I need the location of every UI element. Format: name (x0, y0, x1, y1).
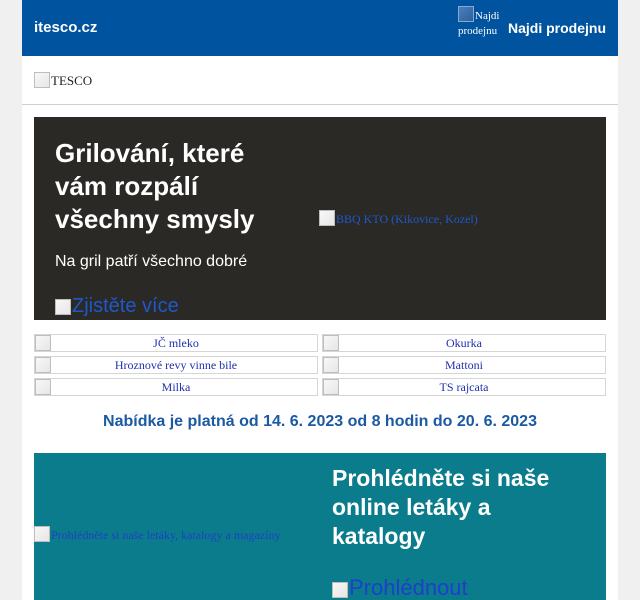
hero-cta-alt: Zjistěte více (72, 295, 179, 317)
offer-validity-text: Nabídka je platná od 14. 6. 2023 od 8 ho… (103, 413, 537, 430)
product-tile[interactable]: JČ mleko (34, 334, 318, 352)
divider (22, 104, 618, 105)
tesco-logo[interactable]: TESCO (34, 72, 92, 89)
find-store-image[interactable]: Najdi prodejnu (458, 6, 504, 52)
product-alt: Hroznové revy vinne bile (114, 358, 238, 372)
find-store-link[interactable]: Najdi prodejnu (508, 20, 606, 36)
broken-image-icon (323, 335, 339, 351)
product-tile[interactable]: Mattoni (322, 356, 606, 374)
leaflet-image[interactable]: Prohlédněte si naše letáky, katalogy a m… (34, 526, 280, 543)
broken-image-icon (332, 582, 348, 598)
hero-cta-button[interactable]: Zjistěte více (55, 295, 179, 318)
broken-image-icon (35, 357, 51, 373)
hero-title: Grilování, které vám rozpálí všechny smy… (55, 138, 255, 234)
product-grid: JČ mleko Okurka Hroznové revy vinne bile… (34, 334, 606, 396)
broken-image-icon (323, 357, 339, 373)
broken-image-icon (35, 335, 51, 351)
product-alt: Milka (161, 380, 191, 394)
leaflet-title: Prohlédněte si naše online letáky a kata… (332, 465, 550, 549)
broken-image-icon (458, 6, 474, 22)
product-tile[interactable]: Okurka (322, 334, 606, 352)
product-alt: Mattoni (445, 358, 483, 372)
product-tile[interactable]: Milka (34, 378, 318, 396)
product-alt: JČ mleko (153, 336, 199, 350)
broken-image-icon (323, 379, 339, 395)
broken-image-icon (319, 210, 335, 226)
leaflet-cta-alt: Prohlédnout (349, 575, 468, 600)
product-tile[interactable]: TS rajcata (322, 378, 606, 396)
product-alt: TS rajcata (439, 380, 489, 394)
hero-image[interactable]: BBQ KTO (Kikovice, Kozel) (319, 210, 478, 227)
broken-image-icon (34, 72, 50, 88)
broken-image-icon (35, 379, 51, 395)
hero-subtitle: Na gril patří všechno dobré (55, 253, 248, 270)
product-tile[interactable]: Hroznové revy vinne bile (34, 356, 318, 374)
leaflet-banner: Prohlédněte si naše letáky, katalogy a m… (34, 453, 606, 600)
email-page: itesco.cz Najdi prodejnu Najdi prodejnu … (22, 0, 618, 600)
product-alt: Okurka (446, 336, 482, 350)
broken-image-icon (34, 526, 50, 542)
header-bar: itesco.cz Najdi prodejnu Najdi prodejnu (22, 0, 618, 56)
logo-alt: TESCO (51, 73, 93, 88)
broken-image-icon (55, 299, 71, 315)
hero-banner: Grilování, které vám rozpálí všechny smy… (34, 117, 606, 320)
leaflet-cta-button[interactable]: Prohlédnout (332, 575, 468, 600)
leaflet-image-alt: Prohlédněte si naše letáky, katalogy a m… (51, 528, 281, 542)
hero-image-alt: BBQ KTO (Kikovice, Kozel) (336, 212, 478, 226)
site-link[interactable]: itesco.cz (34, 19, 97, 36)
